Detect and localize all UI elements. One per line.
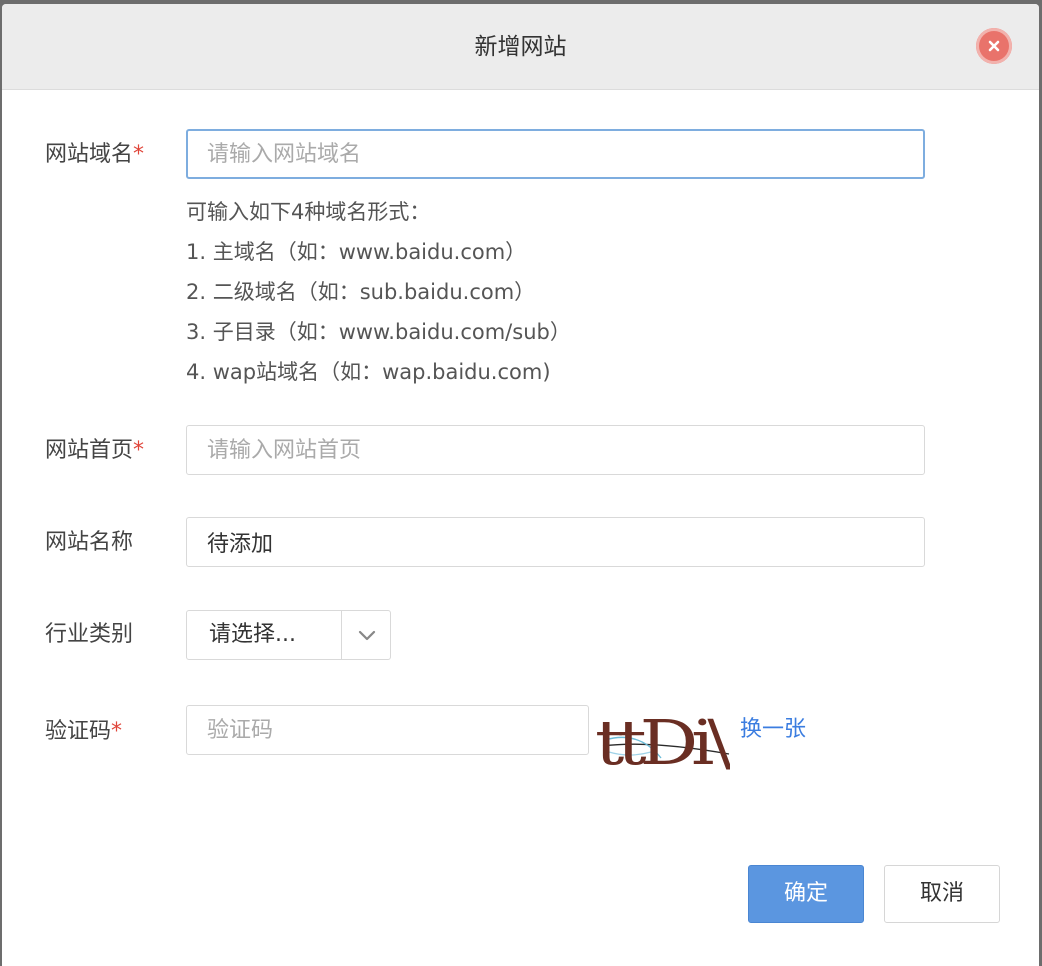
close-icon <box>988 40 1000 52</box>
hint-line: 3. 子目录（如：www.baidu.com/sub） <box>186 320 571 344</box>
hint-line: 4. wap站域名（如：wap.baidu.com) <box>186 360 551 384</box>
site-name-label: 网站名称 <box>45 530 134 555</box>
captcha-image[interactable]: ttDi\ <box>589 700 738 779</box>
homepage-label-text: 网站首页 <box>45 438 134 463</box>
refresh-captcha-link[interactable]: 换一张 <box>740 715 806 745</box>
hint-line: 可输入如下4种域名形式： <box>186 200 431 224</box>
required-mark: * <box>111 719 123 744</box>
dialog-title: 新增网站 <box>474 34 567 60</box>
required-mark: * <box>133 142 145 167</box>
add-website-dialog: 新增网站 网站域名* 可输入如下4种域名形式： 1. 主域名（如：www.bai… <box>2 4 1039 966</box>
cancel-button[interactable]: 取消 <box>884 865 1000 923</box>
captcha-graphic: ttDi\ <box>595 706 738 779</box>
hint-line: 2. 二级域名（如：sub.baidu.com） <box>186 280 536 304</box>
captcha-input[interactable] <box>186 705 589 755</box>
captcha-text: ttDi\ <box>595 706 730 776</box>
required-mark: * <box>133 438 145 463</box>
dialog-titlebar: 新增网站 <box>2 4 1039 90</box>
domain-label-text: 网站域名 <box>45 142 134 167</box>
site-name-input[interactable] <box>186 517 925 567</box>
captcha-label: 验证码* <box>45 717 122 747</box>
captcha-label-text: 验证码 <box>45 719 112 744</box>
domain-label: 网站域名* <box>45 140 144 170</box>
industry-label: 行业类别 <box>45 622 134 647</box>
homepage-label: 网站首页* <box>45 436 144 466</box>
hint-line: 1. 主域名（如：www.baidu.com） <box>186 240 527 264</box>
chevron-down-icon <box>358 630 376 641</box>
homepage-input[interactable] <box>186 425 925 475</box>
close-button[interactable] <box>976 28 1012 64</box>
select-divider <box>341 611 342 659</box>
industry-select[interactable]: 请选择... <box>186 610 391 660</box>
industry-selected-value: 请选择... <box>209 622 296 647</box>
domain-input[interactable] <box>186 129 925 179</box>
confirm-button[interactable]: 确定 <box>748 865 864 923</box>
